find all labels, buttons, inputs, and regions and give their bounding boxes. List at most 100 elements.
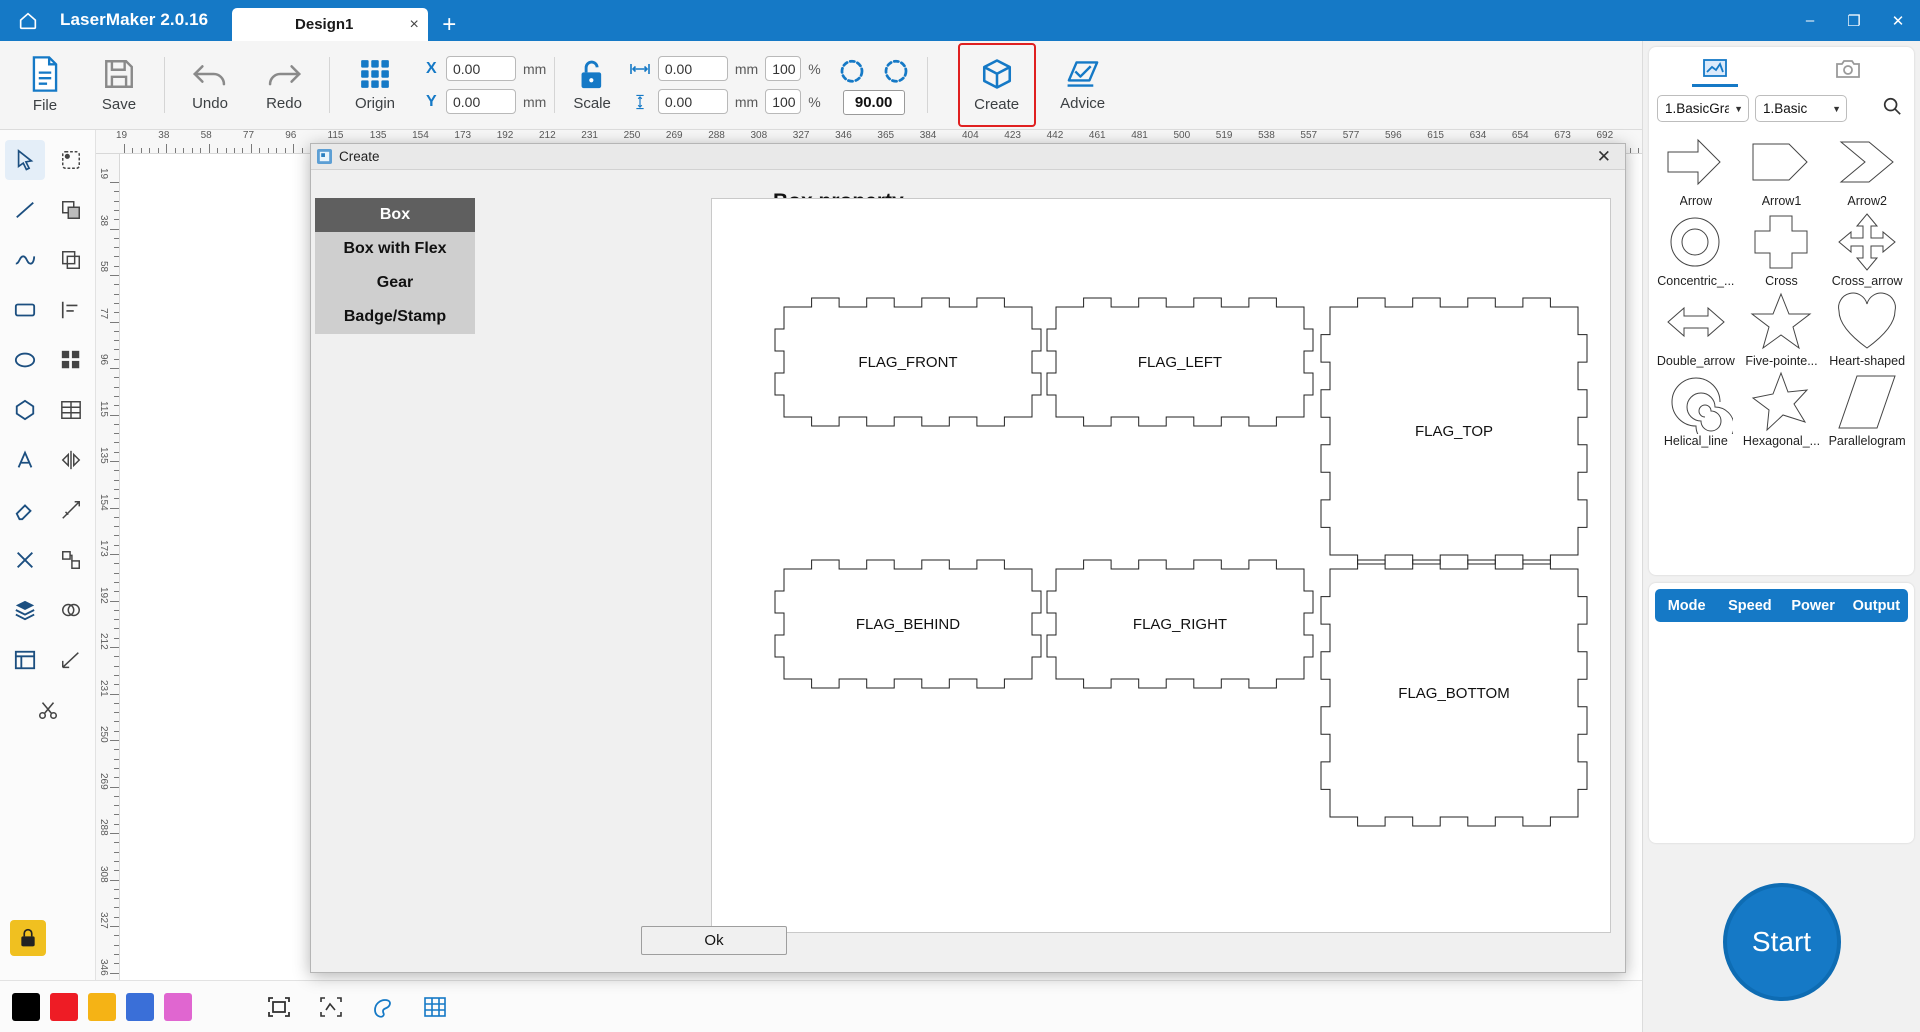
shape-item-arrow2[interactable]: Arrow2 xyxy=(1824,130,1910,210)
ruler-minor-tick xyxy=(114,572,119,574)
shape-item-arrow1[interactable]: Arrow1 xyxy=(1739,130,1825,210)
unlock-icon xyxy=(581,60,602,89)
nodes-button[interactable] xyxy=(310,988,352,1026)
layer-column-speed[interactable]: Speed xyxy=(1718,598,1781,614)
trace-tool[interactable] xyxy=(51,640,91,680)
window-close-icon[interactable]: ✕ xyxy=(1876,0,1920,41)
origin-button[interactable]: Origin xyxy=(338,45,412,125)
dialog-category-gear[interactable]: Gear xyxy=(315,266,475,300)
scissors-tool[interactable] xyxy=(28,690,68,730)
layer-column-output[interactable]: Output xyxy=(1845,598,1908,614)
home-button[interactable] xyxy=(0,0,56,41)
dialog-category-box-with-flex[interactable]: Box with Flex xyxy=(315,232,475,266)
search-button[interactable] xyxy=(1882,96,1906,121)
dialog-close-icon[interactable]: ✕ xyxy=(1589,147,1619,167)
ellipse-tool[interactable] xyxy=(5,340,45,380)
ruler-minor-tick xyxy=(114,256,119,258)
shape-item-parallelogram[interactable]: Parallelogram xyxy=(1824,370,1910,450)
grid-shape-tool[interactable] xyxy=(51,340,91,380)
vertical-ruler[interactable]: 19 38 58 77 96 115 135 154 173 192 212 231 250 269 288… xyxy=(96,154,120,982)
width-input[interactable]: 0.00 xyxy=(657,56,728,81)
shape-item-cross-arrow[interactable]: Cross_arrow xyxy=(1824,210,1910,290)
box-piece-label: FLAG_BEHIND xyxy=(856,616,960,633)
height-percent-input[interactable]: 100 xyxy=(765,89,802,114)
rotate-left-icon xyxy=(840,59,864,83)
ruler-tick xyxy=(110,182,119,183)
rotation-input[interactable]: 90.00 xyxy=(842,90,905,115)
new-tab-button[interactable]: + xyxy=(428,13,470,41)
y-position-input[interactable]: 0.00 xyxy=(446,89,516,114)
text-tool[interactable] xyxy=(5,440,45,480)
category-select[interactable]: 1.BasicGrap ▼ xyxy=(1657,95,1749,122)
color-swatch[interactable] xyxy=(164,992,192,1021)
paint-button[interactable] xyxy=(362,988,404,1026)
shape-item-heart-shaped[interactable]: Heart-shaped xyxy=(1824,290,1910,370)
start-button[interactable]: Start xyxy=(1722,883,1841,1001)
shape-item-hexagonal[interactable]: Hexagonal_... xyxy=(1739,370,1825,450)
ruler-minor-tick xyxy=(114,191,119,193)
align-tool[interactable] xyxy=(51,290,91,330)
tab-shape-library[interactable] xyxy=(1649,47,1782,91)
ruler-minor-tick xyxy=(242,148,244,153)
subcategory-select[interactable]: 1.Basic ▼ xyxy=(1755,95,1847,122)
layer-column-power[interactable]: Power xyxy=(1782,598,1845,614)
select-arrow-tool[interactable] xyxy=(4,140,45,180)
eraser-tool[interactable] xyxy=(5,490,45,530)
document-tab[interactable]: Design1 × xyxy=(232,8,429,41)
tab-camera[interactable] xyxy=(1782,47,1915,91)
save-button[interactable]: Save xyxy=(82,45,156,125)
shape-item-helical-line[interactable]: Helical_line xyxy=(1653,370,1739,450)
ruler-label: 519 xyxy=(1215,130,1233,141)
close-icon[interactable]: × xyxy=(400,16,428,34)
cut-tool[interactable] xyxy=(5,540,45,580)
line-tool[interactable] xyxy=(5,190,45,230)
shape-item-concentric[interactable]: Concentric_... xyxy=(1653,210,1739,290)
advice-button[interactable]: Advice xyxy=(1046,45,1120,125)
shape-item-arrow[interactable]: Arrow xyxy=(1653,130,1739,210)
weld-tool[interactable] xyxy=(51,590,91,630)
advice-icon xyxy=(1067,61,1099,87)
measure-tool[interactable] xyxy=(51,490,91,530)
height-input[interactable]: 0.00 xyxy=(657,89,728,114)
node-edit-tool[interactable] xyxy=(51,140,91,180)
ruler-label: 461 xyxy=(1088,130,1106,141)
maximize-icon[interactable]: ❐ xyxy=(1832,0,1876,41)
shape-layers-tool[interactable] xyxy=(51,190,91,230)
polygon-tool[interactable] xyxy=(5,390,45,430)
dialog-category-badge-stamp[interactable]: Badge/Stamp xyxy=(315,300,475,334)
copy-tool[interactable] xyxy=(51,240,91,280)
mirror-tool[interactable] xyxy=(51,440,91,480)
grid-button[interactable] xyxy=(414,988,456,1026)
undo-button[interactable]: Undo xyxy=(173,45,247,125)
group-tool[interactable] xyxy=(51,540,91,580)
arrow-shape xyxy=(1667,138,1721,186)
table-tool[interactable] xyxy=(51,390,91,430)
box-preview[interactable]: FLAG_FRONT FLAG_LEFT FLAG_TOP FLAG_BEHIND FL… xyxy=(711,198,1611,933)
frame-tool[interactable] xyxy=(5,640,45,680)
layer-column-mode[interactable]: Mode xyxy=(1655,598,1718,614)
scale-button[interactable]: Scale xyxy=(573,58,611,112)
shape-item-double-arrow[interactable]: Double_arrow xyxy=(1653,290,1739,370)
curve-tool[interactable] xyxy=(5,240,45,280)
color-swatch[interactable] xyxy=(12,992,40,1021)
width-percent-input[interactable]: 100 xyxy=(765,56,802,81)
shape-item-cross[interactable]: Cross xyxy=(1739,210,1825,290)
file-button[interactable]: File xyxy=(8,45,82,125)
ruler-minor-tick xyxy=(114,330,119,332)
redo-button[interactable]: Redo xyxy=(247,45,321,125)
minimize-icon[interactable]: – xyxy=(1788,0,1832,41)
lock-button[interactable] xyxy=(10,920,46,956)
layer-tool[interactable] xyxy=(5,590,45,630)
dialog-category-box[interactable]: Box xyxy=(315,198,475,232)
color-swatch[interactable] xyxy=(50,992,78,1021)
create-button[interactable]: Create xyxy=(960,45,1034,125)
rectangle-tool[interactable] xyxy=(5,290,45,330)
ok-button[interactable]: Ok xyxy=(641,926,787,955)
box-piece-label: FLAG_FRONT xyxy=(858,354,957,371)
color-swatch[interactable] xyxy=(126,992,154,1021)
color-swatch[interactable] xyxy=(88,992,116,1021)
x-position-input[interactable]: 0.00 xyxy=(446,56,516,81)
ruler-label: 115 xyxy=(98,400,109,417)
shape-item-five-pointe[interactable]: Five-pointe... xyxy=(1739,290,1825,370)
frame-bottom-button[interactable] xyxy=(258,988,300,1026)
